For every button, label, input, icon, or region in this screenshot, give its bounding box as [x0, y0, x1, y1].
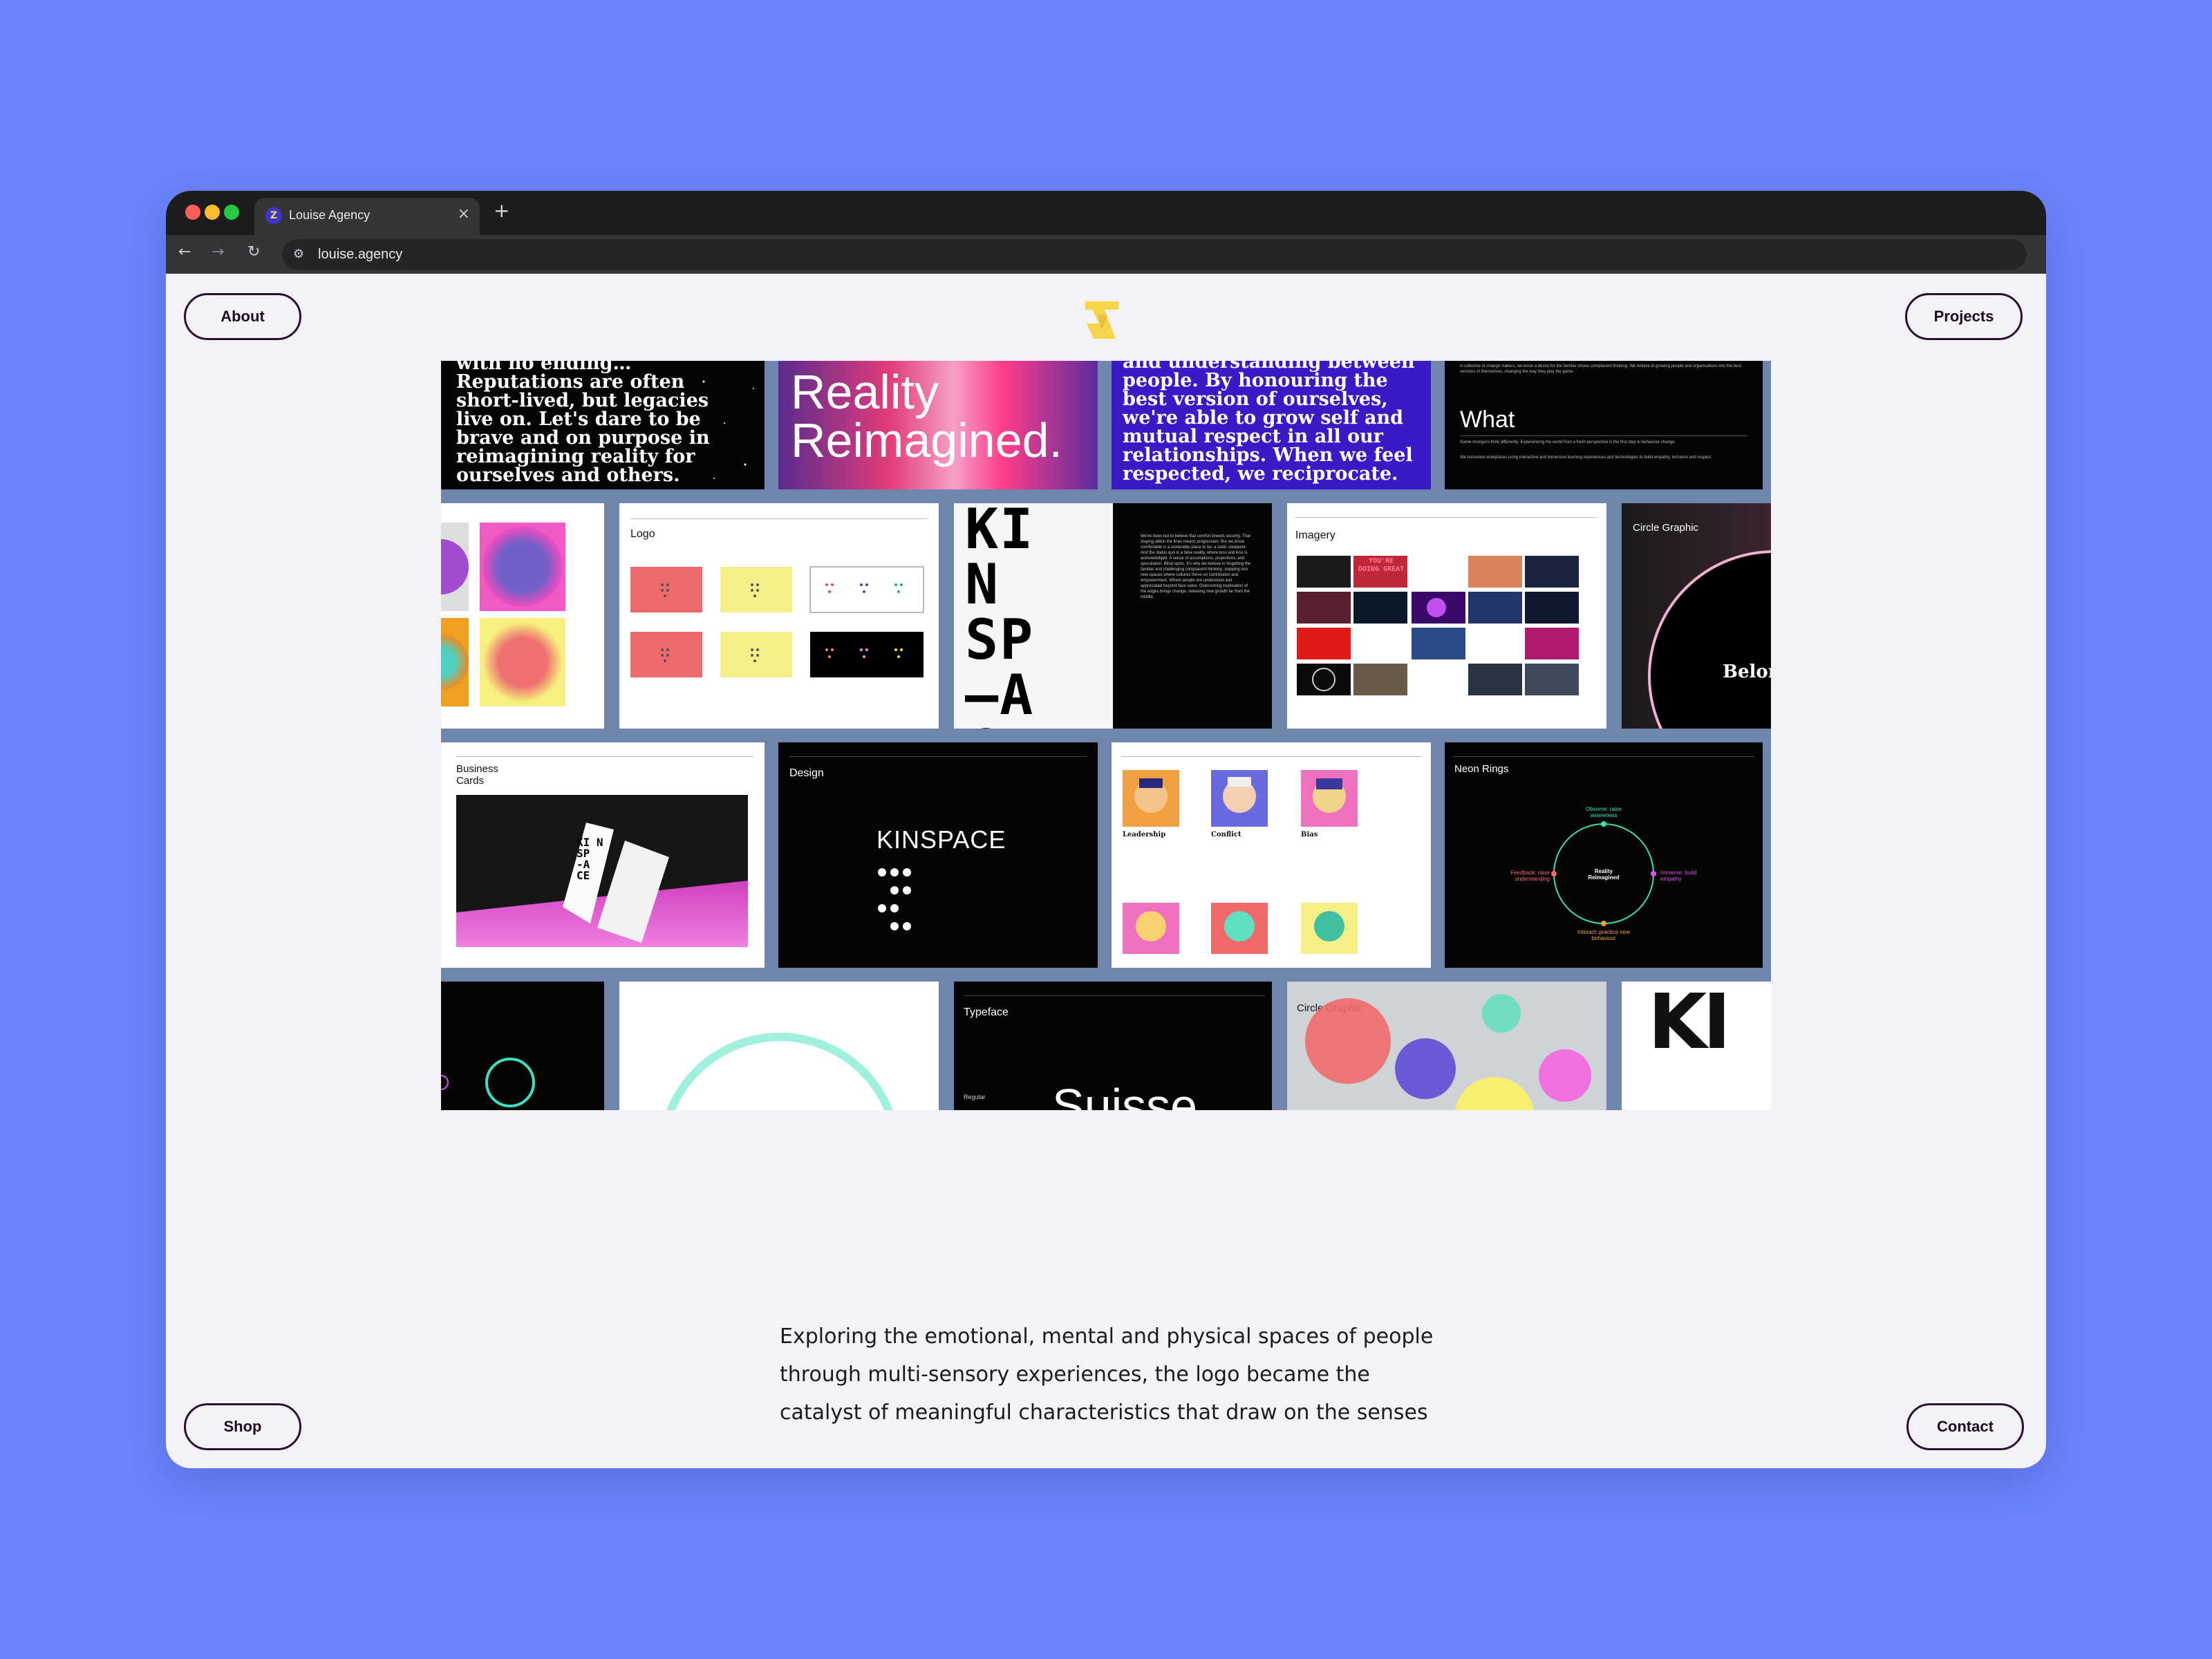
serif-quote-2-text: and understanding between people. By hon…	[1123, 361, 1415, 485]
belong-text: Belon feelin forma	[1723, 662, 1771, 682]
close-window-button[interactable]	[185, 205, 200, 220]
back-button[interactable]: ←	[178, 243, 191, 261]
tab-louise-agency[interactable]: Z Louise Agency ×	[254, 198, 480, 235]
projects-button[interactable]: Projects	[1905, 293, 2023, 340]
immerse-label: Immerse: build empathy	[1660, 870, 1697, 882]
tile-characters: Leadership Conflict Bias	[1112, 742, 1431, 968]
tile-typeface: Typeface Regular Suisse	[954, 982, 1272, 1110]
tile-serif-quote-1: with no ending…Reputations are often sho…	[441, 361, 765, 489]
leadership-label: Leadership	[1123, 831, 1166, 838]
shop-button[interactable]: Shop	[184, 1403, 301, 1450]
brand-guidelines-collage[interactable]: with no ending…Reputations are often sho…	[441, 361, 1771, 1110]
tile-design: Design KINSPACE	[778, 742, 1098, 968]
new-tab-button[interactable]: +	[494, 199, 509, 222]
minimize-window-button[interactable]	[205, 205, 220, 220]
tile-kinspace-text: We've been led to believe that comfort b…	[1113, 503, 1272, 729]
serif-quote-1-text: with no ending…Reputations are often sho…	[456, 361, 710, 486]
address-bar[interactable]: ⚙ louise.agency	[282, 239, 2027, 270]
caption-line-3: catalyst of meaningful characteristics t…	[780, 1400, 1428, 1425]
observe-label: Observe: raise awareness	[1585, 806, 1622, 818]
typeface-heading: Typeface	[964, 1006, 1009, 1018]
url-text[interactable]: louise.agency	[318, 247, 402, 263]
page-content: About Projects Shop Contact with no endi…	[166, 274, 2046, 1468]
teal-ring-graphic	[441, 1058, 535, 1107]
tile-circle-graphic-2: Circle Graphic	[1287, 982, 1606, 1110]
feedback-label: Feedback: raise understanding	[1510, 870, 1550, 882]
interact-label: Interact: practice new behaviour	[1577, 929, 1631, 941]
what-heading: What	[1460, 406, 1515, 433]
browser-toolbar: ← → ↻ ⚙ louise.agency	[166, 235, 2046, 274]
business-cards-photo: KI N SP -A CE	[456, 795, 748, 947]
conflict-label: Conflict	[1211, 831, 1241, 838]
imagery-photo-grid	[1297, 556, 1579, 695]
tile-reality-reimagined: Reality Reimagined.	[778, 361, 1098, 489]
blurred-circles-graphic	[1305, 994, 1591, 1110]
logo-variants-graphic	[630, 566, 924, 677]
tile-neon-rings: Neon Rings Observe: raise awareness Feed…	[1445, 742, 1763, 968]
site-settings-icon[interactable]: ⚙	[290, 246, 307, 263]
suisse-specimen: Suisse	[1052, 1079, 1198, 1110]
kinspace-lettering-text: KI N SP —A CE	[965, 503, 1035, 729]
white-circle-graphic	[666, 1033, 893, 1110]
reload-button[interactable]: ↻	[247, 243, 260, 261]
caption-line-1: Exploring the emotional, mental and phys…	[780, 1324, 1434, 1349]
youre-doing-great-text: YOU'RE DOING GREAT	[1358, 557, 1405, 573]
tab-close-icon[interactable]: ×	[458, 205, 470, 223]
tile-white-circle	[619, 982, 939, 1110]
reality-reimagined-text: Reality Reimagined.	[791, 365, 1062, 467]
browser-window: Z Louise Agency × + ← → ↻ ⚙ louise.agenc…	[166, 191, 2046, 1468]
character-portraits	[1123, 770, 1358, 954]
tile-logo-guidelines: Logo	[619, 503, 939, 729]
tile-circle-graphic: Circle Graphic Belon feelin forma	[1622, 503, 1771, 729]
caption-line-2: through multi-sensory experiences, the l…	[780, 1362, 1370, 1387]
louise-logo-icon[interactable]	[1084, 300, 1120, 340]
bias-label: Bias	[1301, 831, 1318, 838]
tile-kinspace-lettering: KI N SP —A CE	[954, 503, 1113, 729]
about-button[interactable]: About	[184, 293, 301, 340]
tile-teal-ring	[441, 982, 604, 1110]
gradient-circles-graphic	[441, 523, 565, 706]
tile-business-cards: Business Cards KI N SP -A CE	[441, 742, 765, 968]
forward-button[interactable]: →	[212, 243, 224, 261]
kinspace-blur-text: KI	[1648, 982, 1731, 1066]
kinspace-dot-mark	[878, 868, 911, 930]
regular-label: Regular	[964, 1094, 986, 1100]
reality-reimagined-label: Reality Reimagined	[1588, 868, 1620, 881]
tile-imagery: Imagery YOU'RE DOING GREAT	[1287, 503, 1606, 729]
tile-what: A collective of change makers, we know a…	[1445, 361, 1763, 489]
contact-button[interactable]: Contact	[1906, 1403, 2024, 1450]
tile-gradient-circles	[441, 503, 604, 729]
arc-graphic	[1648, 550, 1771, 729]
project-caption: Exploring the emotional, mental and phys…	[780, 1318, 1471, 1432]
tab-title: Louise Agency	[289, 208, 371, 222]
tab-bar: Z Louise Agency × +	[166, 191, 2046, 235]
favicon-icon: Z	[265, 207, 282, 224]
tile-serif-quote-2: and understanding between people. By hon…	[1112, 361, 1431, 489]
svg-text:CE: CE	[577, 869, 590, 882]
maximize-window-button[interactable]	[224, 205, 239, 220]
tile-kinspace-blur: KI	[1622, 982, 1771, 1110]
